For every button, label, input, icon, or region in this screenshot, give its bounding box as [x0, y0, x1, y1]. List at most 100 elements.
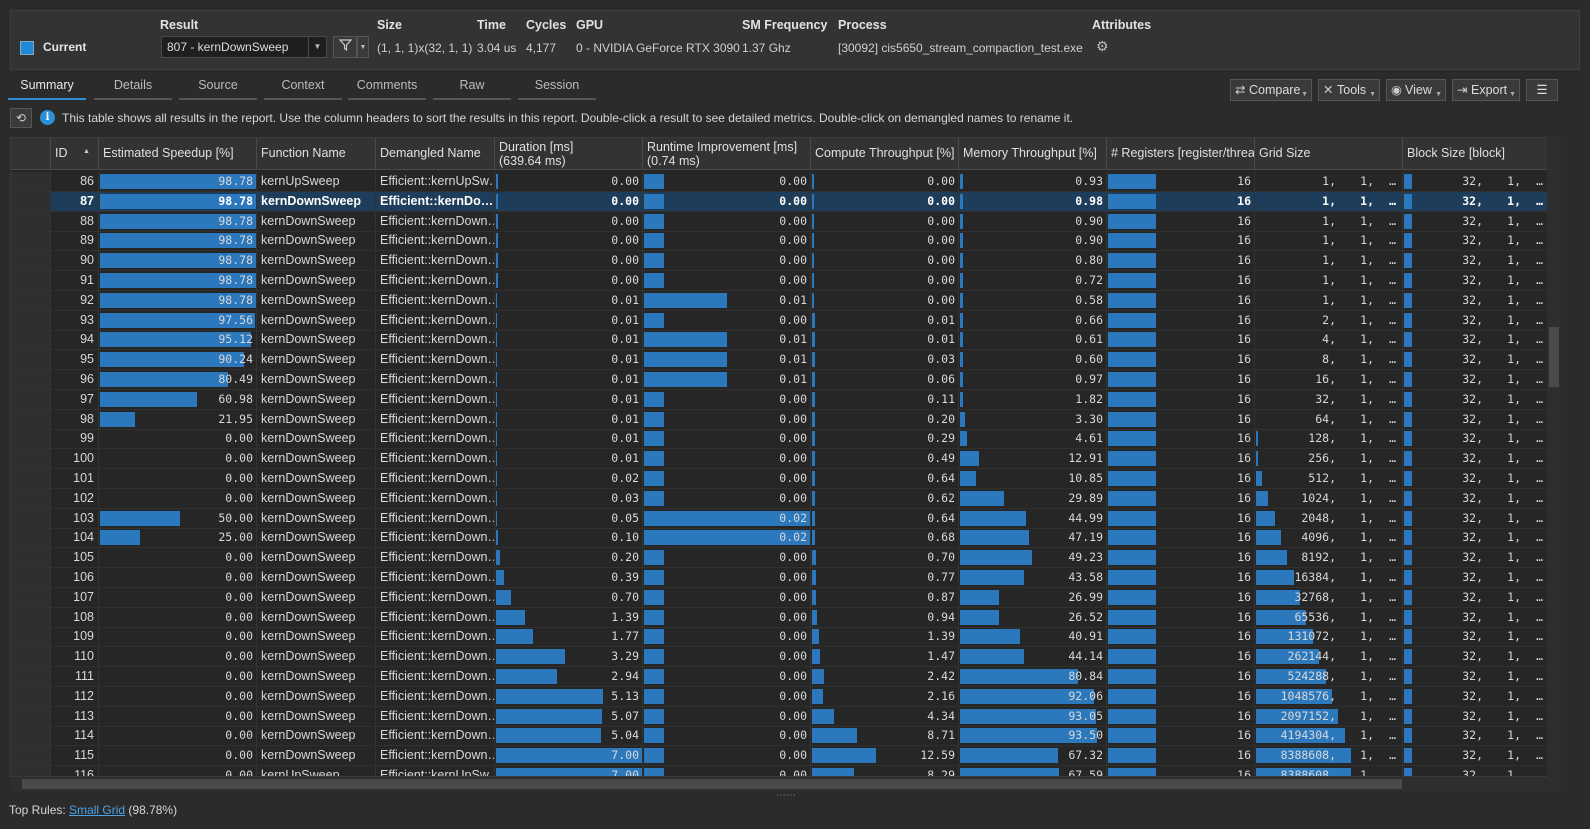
table-row[interactable]: 92 98.78 kernDownSweep Efficient::kernDown……: [11, 290, 1556, 311]
header-demangled-name[interactable]: Demangled Name: [376, 138, 495, 170]
table-row[interactable]: 116 0.00 kernUpSweep Efficient::kernUpSw… 7.…: [11, 766, 1556, 776]
function-name-cell[interactable]: kernDownSweep: [257, 726, 376, 746]
function-name-cell[interactable]: kernUpSweep: [257, 766, 376, 776]
function-name-cell[interactable]: kernDownSweep: [257, 330, 376, 350]
table-row[interactable]: 102 0.00 kernDownSweep Efficient::kernDown……: [11, 488, 1556, 509]
table-row[interactable]: 104 25.00 kernDownSweep Efficient::kernDown…: [11, 528, 1556, 549]
result-select[interactable]: 807 - kernDownSweep ▼: [161, 36, 327, 58]
header-runtime-improvement[interactable]: Runtime Improvement [ms] (0.74 ms): [643, 138, 811, 170]
function-name-cell[interactable]: kernDownSweep: [257, 211, 376, 231]
table-row[interactable]: 100 0.00 kernDownSweep Efficient::kernDown……: [11, 449, 1556, 470]
tab-session[interactable]: Session: [518, 76, 596, 100]
header-duration[interactable]: Duration [ms] (639.64 ms): [495, 138, 643, 170]
function-name-cell[interactable]: kernDownSweep: [257, 429, 376, 449]
horizontal-scrollbar[interactable]: [10, 777, 1561, 791]
demangled-name-cell[interactable]: Efficient::kernDown…: [376, 587, 495, 607]
demangled-name-cell[interactable]: Efficient::kernDown…: [376, 647, 495, 667]
function-name-cell[interactable]: kernDownSweep: [257, 508, 376, 528]
table-row[interactable]: 96 80.49 kernDownSweep Efficient::kernDown……: [11, 370, 1556, 390]
demangled-name-cell[interactable]: Efficient::kernDown…: [376, 568, 495, 587]
table-row[interactable]: 115 0.00 kernDownSweep Efficient::kernDown……: [11, 746, 1556, 767]
tab-raw[interactable]: Raw: [433, 76, 511, 100]
demangled-name-cell[interactable]: Efficient::kernUpSw…: [376, 766, 495, 776]
demangled-name-cell[interactable]: Efficient::kernDown…: [376, 548, 495, 568]
demangled-name-cell[interactable]: Efficient::kernDown…: [376, 726, 495, 746]
header-id[interactable]: ID ▲: [51, 138, 99, 170]
function-name-cell[interactable]: kernDownSweep: [257, 251, 376, 271]
demangled-name-cell[interactable]: Efficient::kernDown…: [376, 231, 495, 251]
table-row[interactable]: 93 97.56 kernDownSweep Efficient::kernDown……: [11, 310, 1556, 331]
header-function-name[interactable]: Function Name: [257, 138, 376, 170]
view-button[interactable]: ◉ View ▼: [1386, 79, 1446, 101]
demangled-name-cell[interactable]: Efficient::kernDown…: [376, 469, 495, 488]
table-row[interactable]: 86 98.78 kernUpSweep Efficient::kernUpSw… 0.…: [11, 172, 1556, 192]
header-memory-throughput[interactable]: Memory Throughput [%]: [959, 138, 1107, 170]
table-row[interactable]: 99 0.00 kernDownSweep Efficient::kernDown… 0…: [11, 429, 1556, 450]
demangled-name-cell[interactable]: Efficient::kernDown…: [376, 667, 495, 686]
function-name-cell[interactable]: kernUpSweep: [257, 172, 376, 191]
header-estimated-speedup[interactable]: Estimated Speedup [%]: [99, 138, 257, 170]
function-name-cell[interactable]: kernDownSweep: [257, 389, 376, 409]
filter-dropdown-button[interactable]: ▼: [357, 36, 369, 58]
function-name-cell[interactable]: kernDownSweep: [257, 568, 376, 587]
demangled-name-cell[interactable]: Efficient::kernDown…: [376, 271, 495, 290]
attributes-gear-icon[interactable]: ⚙: [1096, 38, 1109, 55]
horizontal-scroll-thumb[interactable]: [22, 779, 1402, 789]
compare-button[interactable]: ⇄ Compare ▼: [1230, 79, 1312, 101]
function-name-cell[interactable]: kernDownSweep: [257, 488, 376, 508]
demangled-name-cell[interactable]: Efficient::kernDown…: [376, 350, 495, 370]
demangled-name-cell[interactable]: Efficient::kernDown…: [376, 251, 495, 271]
demangled-name-cell[interactable]: Efficient::kernDown…: [376, 686, 495, 706]
function-name-cell[interactable]: kernDownSweep: [257, 746, 376, 766]
table-row[interactable]: 114 0.00 kernDownSweep Efficient::kernDown……: [11, 726, 1556, 747]
table-row[interactable]: 103 50.00 kernDownSweep Efficient::kernDown…: [11, 508, 1556, 529]
function-name-cell[interactable]: kernDownSweep: [257, 310, 376, 330]
table-row[interactable]: 90 98.78 kernDownSweep Efficient::kernDown……: [11, 251, 1556, 272]
menu-button[interactable]: ☰: [1526, 79, 1558, 101]
current-color-swatch[interactable]: [20, 41, 34, 55]
function-name-cell[interactable]: kernDownSweep: [257, 607, 376, 627]
demangled-name-cell[interactable]: Efficient::kernDown…: [376, 449, 495, 469]
refresh-button[interactable]: ⟲: [10, 108, 32, 128]
demangled-name-cell[interactable]: Efficient::kernDown…: [376, 389, 495, 409]
function-name-cell[interactable]: kernDownSweep: [257, 350, 376, 370]
function-name-cell[interactable]: kernDownSweep: [257, 290, 376, 310]
function-name-cell[interactable]: kernDownSweep: [257, 469, 376, 488]
demangled-name-cell[interactable]: Efficient::kernDown…: [376, 528, 495, 548]
table-row[interactable]: 94 95.12 kernDownSweep Efficient::kernDown……: [11, 330, 1556, 351]
vertical-scroll-thumb[interactable]: [1549, 327, 1559, 387]
table-row[interactable]: 110 0.00 kernDownSweep Efficient::kernDown……: [11, 647, 1556, 668]
function-name-cell[interactable]: kernDownSweep: [257, 231, 376, 251]
tab-context[interactable]: Context: [264, 76, 342, 100]
demangled-name-cell[interactable]: Efficient::kernUpSw…: [376, 172, 495, 191]
function-name-cell[interactable]: kernDownSweep: [257, 587, 376, 607]
table-row[interactable]: 111 0.00 kernDownSweep Efficient::kernDown……: [11, 667, 1556, 687]
function-name-cell[interactable]: kernDownSweep: [257, 449, 376, 469]
function-name-cell[interactable]: kernDownSweep: [257, 370, 376, 389]
table-row[interactable]: 87 98.78 kernDownSweep Efficient::kernDo… 0.…: [11, 191, 1556, 212]
tab-details[interactable]: Details: [94, 76, 172, 100]
table-row[interactable]: 89 98.78 kernDownSweep Efficient::kernDown……: [11, 231, 1556, 252]
table-row[interactable]: 91 98.78 kernDownSweep Efficient::kernDown……: [11, 271, 1556, 291]
function-name-cell[interactable]: kernDownSweep: [257, 647, 376, 667]
demangled-name-cell[interactable]: Efficient::kernDown…: [376, 627, 495, 647]
demangled-name-cell[interactable]: Efficient::kernDown…: [376, 746, 495, 766]
table-row[interactable]: 106 0.00 kernDownSweep Efficient::kernDown……: [11, 568, 1556, 588]
function-name-cell[interactable]: kernDownSweep: [257, 271, 376, 290]
table-row[interactable]: 97 60.98 kernDownSweep Efficient::kernDown……: [11, 389, 1556, 410]
function-name-cell[interactable]: kernDownSweep: [257, 667, 376, 686]
table-row[interactable]: 105 0.00 kernDownSweep Efficient::kernDown……: [11, 548, 1556, 569]
header-registers[interactable]: # Registers [register/thread]: [1107, 138, 1255, 170]
resize-grip-icon[interactable]: ⋯⋯: [776, 790, 796, 801]
demangled-name-cell[interactable]: Efficient::kernDown…: [376, 409, 495, 429]
vertical-scrollbar[interactable]: [1547, 137, 1561, 777]
export-button[interactable]: ⇥ Export ▼: [1452, 79, 1520, 101]
demangled-name-cell[interactable]: Efficient::kernDown…: [376, 607, 495, 627]
filter-button[interactable]: [333, 36, 357, 58]
demangled-name-cell[interactable]: Efficient::kernDown…: [376, 429, 495, 449]
function-name-cell[interactable]: kernDownSweep: [257, 409, 376, 429]
header-block-size[interactable]: Block Size [block]: [1403, 138, 1556, 170]
demangled-name-cell[interactable]: Efficient::kernDown…: [376, 370, 495, 389]
header-grid-size[interactable]: Grid Size: [1255, 138, 1403, 170]
table-row[interactable]: 109 0.00 kernDownSweep Efficient::kernDown……: [11, 627, 1556, 648]
